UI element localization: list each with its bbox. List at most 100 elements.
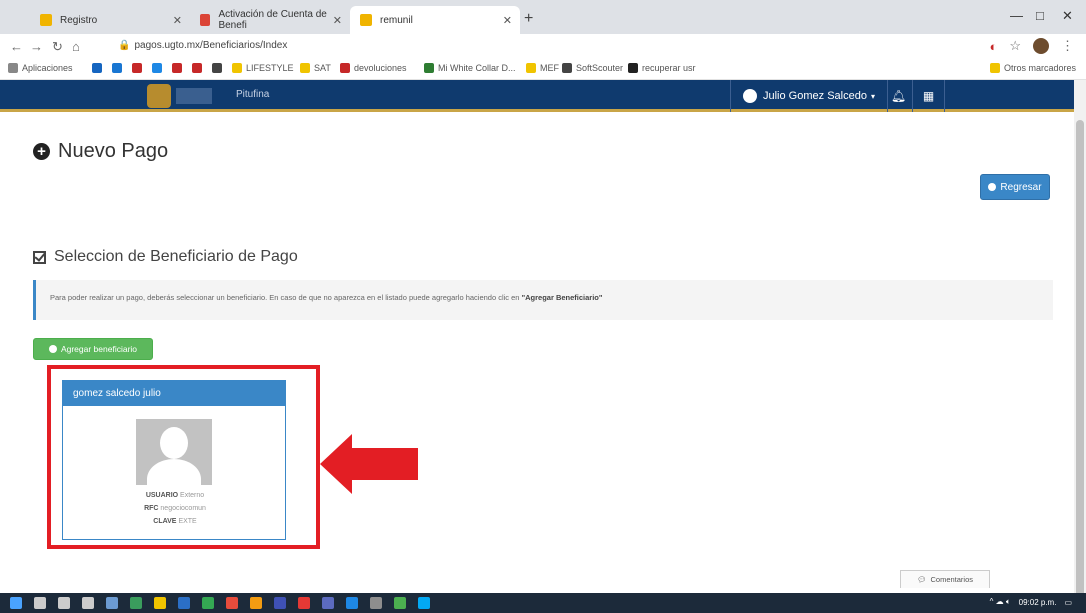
bookmark-icon: [132, 63, 142, 73]
brand-name[interactable]: Pitufina: [236, 89, 269, 100]
taskbar-app-icon[interactable]: [394, 597, 406, 609]
bookmark-item[interactable]: recuperar usr: [628, 63, 696, 73]
folder-icon: [989, 63, 1000, 73]
profile-avatar[interactable]: [1033, 38, 1049, 54]
taskbar-app-icon[interactable]: [298, 597, 310, 609]
usuario-label: USUARIO: [145, 492, 179, 499]
back-button[interactable]: Regresar: [980, 174, 1050, 200]
bookmark-label: Aplicaciones: [22, 63, 73, 73]
taskbar-app-icon[interactable]: [322, 597, 334, 609]
bookmark-icon: [172, 63, 182, 73]
taskbar-app-icon[interactable]: [370, 597, 382, 609]
caret-down-icon: ▾: [870, 91, 875, 101]
taskbar-app-icon[interactable]: [10, 597, 22, 609]
forward-arrow-icon[interactable]: →: [30, 39, 43, 54]
avatar-placeholder-icon: [136, 419, 212, 485]
rfc-label: RFC: [144, 505, 159, 512]
bookmark-label: SAT: [314, 63, 331, 73]
comments-button[interactable]: 💬︎ Comentarios: [900, 570, 990, 588]
bookmark-item[interactable]: [152, 63, 166, 73]
home-icon[interactable]: ⌂: [72, 39, 80, 54]
comment-icon: 💬︎: [916, 575, 927, 584]
add-beneficiary-label: Agregar beneficiario: [60, 344, 138, 354]
comments-label: Comentarios: [930, 575, 974, 584]
tab-favicon-icon: [40, 14, 52, 26]
bookmark-item[interactable]: devoluciones: [340, 63, 407, 73]
close-icon[interactable]: ✕: [173, 14, 182, 27]
bookmark-item[interactable]: [192, 63, 206, 73]
bookmark-icon: [92, 63, 102, 73]
lock-icon: 🔒: [118, 40, 131, 51]
taskbar-app-icon[interactable]: [250, 597, 262, 609]
maximize-button[interactable]: □: [1036, 8, 1044, 23]
taskbar-app-icon[interactable]: [202, 597, 214, 609]
beneficiary-card[interactable]: gomez salcedo julio USUARIO Externo RFC …: [62, 380, 286, 540]
taskbar-app-icon[interactable]: [106, 597, 118, 609]
bookmark-item[interactable]: SoftScouter: [562, 63, 623, 73]
new-tab-button[interactable]: +: [524, 10, 533, 28]
bookmark-label: MEF: [540, 63, 559, 73]
browser-tabbar: Registro ✕ Activación de Cuenta de Benef…: [0, 0, 1086, 34]
user-menu[interactable]: Julio Gomez Salcedo ▾: [730, 80, 888, 112]
reload-icon[interactable]: ↻: [52, 39, 63, 55]
bookmark-icon: [8, 63, 18, 73]
windows-taskbar: ^ ☁ 🔈︎ 09:02 p.m. ▭: [0, 593, 1086, 613]
notification-center-icon[interactable]: ▭: [1064, 598, 1072, 607]
taskbar-app-icon[interactable]: [226, 597, 238, 609]
user-avatar-icon: [743, 89, 757, 103]
bookmark-item[interactable]: [92, 63, 106, 73]
taskbar-app-icon[interactable]: [154, 597, 166, 609]
bookmark-item[interactable]: MEF: [526, 63, 559, 73]
taskbar-app-icon[interactable]: [274, 597, 286, 609]
info-text: Para poder realizar un pago, deberás sel…: [50, 293, 522, 302]
taskbar-app-icon[interactable]: [34, 597, 46, 609]
checkbox-icon: [33, 250, 46, 264]
translate-icon[interactable]: ◐: [989, 39, 997, 54]
tab-label: Activación de Cuenta de Benefi: [218, 9, 327, 31]
tab-registro[interactable]: Registro ✕: [30, 6, 190, 34]
back-button-label: Regresar: [1000, 181, 1042, 193]
notifications-button[interactable]: 🔔︎: [885, 80, 913, 112]
bell-icon: 🔔︎: [890, 89, 907, 103]
grid-icon: ▦: [922, 89, 935, 103]
page-scrollbar[interactable]: [1074, 80, 1086, 600]
minimize-button[interactable]: —: [1010, 8, 1023, 23]
bookmark-item[interactable]: [212, 63, 226, 73]
bookmark-item[interactable]: [132, 63, 146, 73]
system-tray: ^ ☁ 🔈︎ 09:02 p.m. ▭: [990, 597, 1072, 607]
app-navbar: Pitufina Julio Gomez Salcedo ▾ 🔔︎ ▦: [0, 80, 1074, 112]
taskbar-app-icon[interactable]: [130, 597, 142, 609]
section-title: Seleccion de Beneficiario de Pago: [33, 248, 298, 266]
bookmark-item[interactable]: Aplicaciones: [8, 63, 73, 73]
university-logo[interactable]: [147, 84, 171, 108]
close-icon[interactable]: ✕: [333, 14, 342, 27]
back-arrow-icon[interactable]: ←: [10, 39, 23, 54]
taskbar-app-icon[interactable]: [82, 597, 94, 609]
info-bold-text: "Agregar Beneficiario": [521, 293, 603, 302]
tab-remunil[interactable]: remunil ✕: [350, 6, 520, 34]
close-icon[interactable]: ✕: [503, 14, 512, 27]
taskbar-app-icon[interactable]: [346, 597, 358, 609]
bookmark-item[interactable]: Mi White Collar D...: [424, 63, 516, 73]
logo-text-block: [176, 88, 212, 104]
bookmark-item[interactable]: SAT: [300, 63, 331, 73]
taskbar-app-icon[interactable]: [418, 597, 430, 609]
other-bookmarks[interactable]: Otros marcadores: [989, 63, 1076, 73]
bookmark-label: SoftScouter: [576, 63, 624, 73]
scroll-thumb[interactable]: [1076, 120, 1084, 600]
clock[interactable]: 09:02 p.m.: [1019, 598, 1057, 607]
close-window-button[interactable]: ✕: [1062, 8, 1073, 24]
address-bar: ← → ↻ ⌂ 🔒 pagos.ugto.mx/Beneficiarios/Ind…: [0, 34, 1086, 60]
star-icon[interactable]: ☆: [1009, 38, 1021, 54]
taskbar-app-icon[interactable]: [178, 597, 190, 609]
tab-activacion[interactable]: Activación de Cuenta de Benefi ✕: [190, 6, 350, 34]
bookmark-item[interactable]: [112, 63, 126, 73]
taskbar-app-icon[interactable]: [58, 597, 70, 609]
bookmark-item[interactable]: LIFESTYLE: [232, 63, 294, 73]
url-field[interactable]: 🔒 pagos.ugto.mx/Beneficiarios/Index: [118, 40, 287, 51]
menu-icon[interactable]: ⋮: [1061, 38, 1074, 54]
bookmark-item[interactable]: [172, 63, 186, 73]
card-clave: CLAVE EXTE: [63, 518, 287, 525]
apps-menu-button[interactable]: ▦: [913, 80, 945, 112]
add-beneficiary-button[interactable]: Agregar beneficiario: [33, 338, 153, 360]
